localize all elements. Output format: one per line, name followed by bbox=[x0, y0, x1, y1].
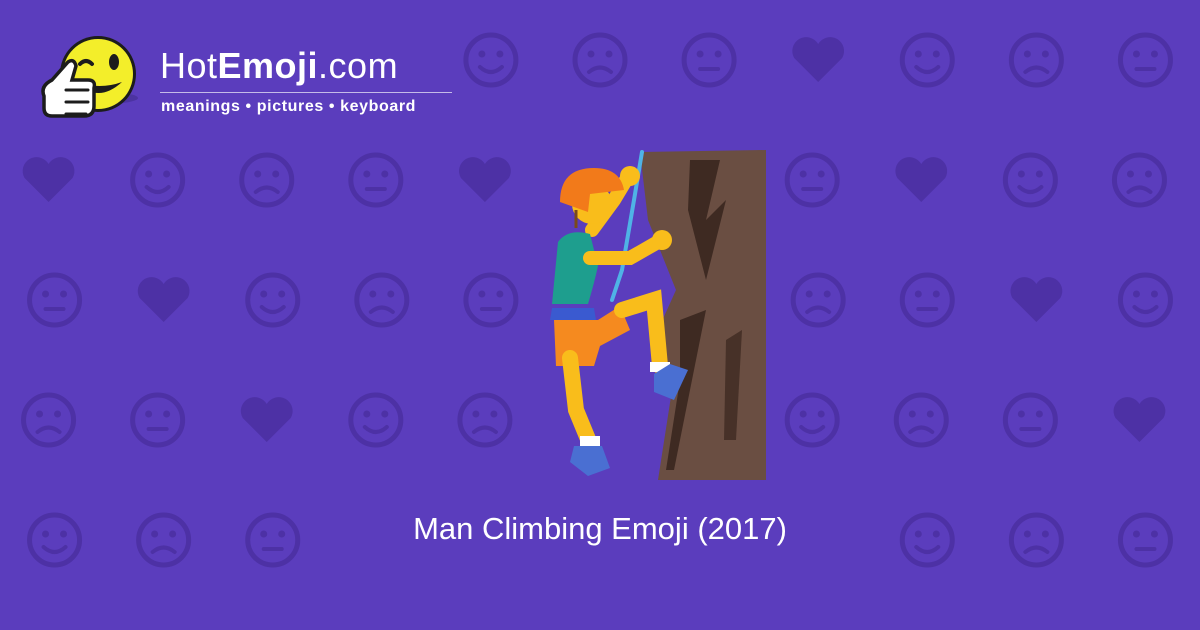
site-logo[interactable]: HotEmoji.com meanings • pictures • keybo… bbox=[36, 34, 466, 134]
pattern-emoji-icon bbox=[784, 152, 840, 208]
pattern-emoji-icon bbox=[348, 152, 404, 208]
pattern-emoji-icon bbox=[463, 32, 519, 88]
logo-divider bbox=[160, 92, 452, 93]
emoji-title: Man Climbing Emoji (2017) bbox=[413, 511, 787, 546]
pattern-emoji-icon bbox=[239, 152, 295, 208]
logo-tagline: meanings • pictures • keyboard bbox=[161, 98, 417, 115]
pattern-emoji-icon bbox=[899, 32, 955, 88]
pattern-emoji-icon bbox=[245, 272, 301, 328]
shirt bbox=[552, 232, 598, 304]
pattern-emoji-icon bbox=[240, 397, 293, 442]
pattern-emoji-icon bbox=[1117, 32, 1173, 88]
pattern-emoji-icon bbox=[1111, 152, 1167, 208]
pattern-emoji-icon bbox=[790, 272, 846, 328]
pattern-emoji-icon bbox=[899, 272, 955, 328]
pattern-emoji-icon bbox=[1113, 397, 1166, 442]
pattern-emoji-icon bbox=[895, 157, 948, 202]
pattern-emoji-icon bbox=[1117, 272, 1173, 328]
pattern-emoji-icon bbox=[457, 392, 513, 448]
logo-wordmark-domain: .com bbox=[318, 45, 399, 86]
pattern-emoji-icon bbox=[792, 37, 845, 82]
pattern-emoji-icon bbox=[1002, 392, 1058, 448]
pattern-emoji-icon bbox=[22, 157, 75, 202]
pattern-emoji-icon bbox=[21, 392, 77, 448]
pattern-emoji-icon bbox=[1002, 152, 1058, 208]
pattern-emoji-icon bbox=[463, 272, 519, 328]
logo-wordmark: HotEmoji.com bbox=[160, 48, 398, 84]
shoe-lower bbox=[570, 446, 610, 476]
pattern-emoji-icon bbox=[572, 32, 628, 88]
pattern-emoji-icon bbox=[137, 277, 190, 322]
pattern-emoji-icon bbox=[130, 392, 186, 448]
pattern-emoji-icon bbox=[348, 392, 404, 448]
pattern-emoji-icon bbox=[27, 272, 83, 328]
pattern-emoji-icon bbox=[893, 392, 949, 448]
pattern-emoji-icon bbox=[784, 392, 840, 448]
logo-wordmark-hot: Hot bbox=[160, 45, 218, 86]
logo-wordmark-emoji: Emoji bbox=[217, 45, 319, 86]
pattern-emoji-icon bbox=[681, 32, 737, 88]
pattern-emoji-icon bbox=[1008, 32, 1064, 88]
pattern-emoji-icon bbox=[354, 272, 410, 328]
pattern-emoji-icon bbox=[130, 152, 186, 208]
pattern-emoji-icon bbox=[1010, 277, 1063, 322]
man-climbing-emoji-icon bbox=[550, 150, 766, 480]
thumbs-up-winking-face-icon bbox=[41, 36, 138, 118]
pattern-emoji-icon bbox=[459, 157, 511, 202]
